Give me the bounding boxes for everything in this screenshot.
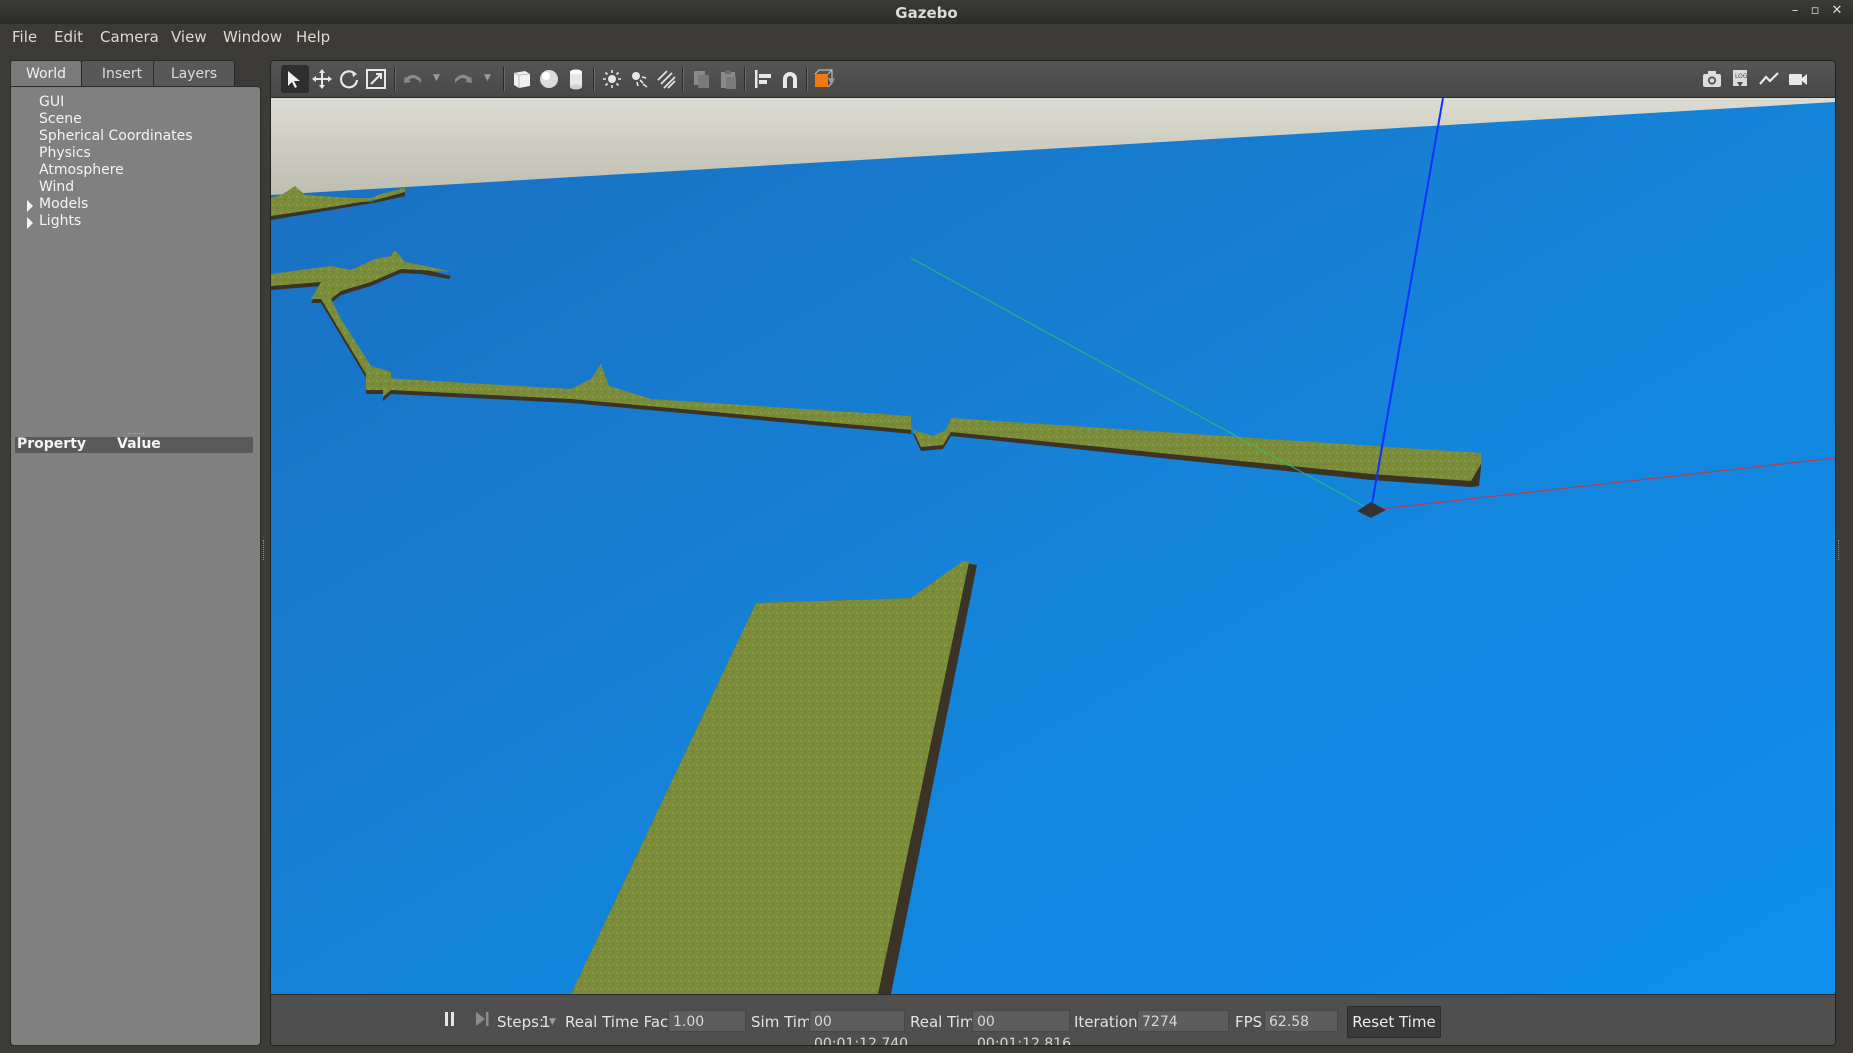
log-icon[interactable]: LOG xyxy=(1726,65,1754,93)
status-bar: Steps: 1 ▼ Real Time Factor: 1.00 Sim Ti… xyxy=(271,994,1835,1045)
property-table-header: Property Value xyxy=(15,436,253,453)
sphere-shape-icon[interactable] xyxy=(535,65,563,93)
pause-icon[interactable] xyxy=(443,1009,457,1029)
select-mode-icon[interactable] xyxy=(281,65,309,93)
menu-edit[interactable]: Edit xyxy=(54,28,83,46)
close-icon[interactable]: ✕ xyxy=(1830,3,1844,18)
expand-arrow-icon[interactable] xyxy=(27,200,33,212)
tab-world[interactable]: World xyxy=(10,60,82,88)
view-angle-dropdown-icon[interactable]: ▼ xyxy=(828,77,835,87)
tree-item-atmosphere[interactable]: Atmosphere xyxy=(39,162,124,178)
real-time-field: 00 00:01:12.816 xyxy=(972,1010,1071,1045)
tree-item-models[interactable]: Models xyxy=(39,196,88,212)
fps-field: 62.58 xyxy=(1264,1010,1338,1032)
scale-mode-icon[interactable] xyxy=(362,65,390,93)
water-surface xyxy=(271,98,1835,994)
tree-item-gui[interactable]: GUI xyxy=(39,94,64,110)
box-shape-icon[interactable] xyxy=(508,65,536,93)
toolbar: ▼ ▼ ▼ LOG xyxy=(271,61,1835,98)
sim-time-field: 00 00:01:12.740 xyxy=(809,1010,908,1045)
tree-item-spherical-coordinates[interactable]: Spherical Coordinates xyxy=(39,128,193,144)
cylinder-shape-icon[interactable] xyxy=(562,65,590,93)
plot-icon[interactable] xyxy=(1755,65,1783,93)
rotate-mode-icon[interactable] xyxy=(335,65,363,93)
toolbar-separator xyxy=(744,67,746,91)
translate-mode-icon[interactable] xyxy=(308,65,336,93)
toolbar-separator xyxy=(806,67,808,91)
spot-light-icon[interactable] xyxy=(625,65,653,93)
menu-window[interactable]: Window xyxy=(223,28,282,46)
toolbar-separator xyxy=(682,67,684,91)
menu-camera[interactable]: Camera xyxy=(100,28,159,46)
snap-icon[interactable] xyxy=(776,65,804,93)
minimize-icon[interactable]: – xyxy=(1788,3,1802,18)
value-column-header: Value xyxy=(117,436,161,452)
reset-time-button[interactable]: Reset Time xyxy=(1347,1006,1441,1038)
steps-dropdown-icon[interactable]: ▼ xyxy=(549,1017,556,1027)
world-panel: GUI Scene Spherical Coordinates Physics … xyxy=(10,86,261,1046)
copy-icon[interactable] xyxy=(687,65,715,93)
scene-render xyxy=(271,98,1835,994)
tab-insert[interactable]: Insert xyxy=(81,60,163,87)
toolbar-separator xyxy=(394,67,396,91)
window-titlebar: Gazebo – ▫ ✕ xyxy=(0,0,1853,25)
left-splitter-handle[interactable] xyxy=(263,540,266,560)
point-light-icon[interactable] xyxy=(598,65,626,93)
rtf-field: 1.00 xyxy=(668,1010,746,1032)
paste-icon[interactable] xyxy=(714,65,742,93)
redo-dropdown-icon[interactable]: ▼ xyxy=(484,73,491,83)
directional-light-icon[interactable] xyxy=(652,65,680,93)
tree-item-scene[interactable]: Scene xyxy=(39,111,82,127)
tree-item-physics[interactable]: Physics xyxy=(39,145,91,161)
toolbar-separator xyxy=(593,67,595,91)
step-icon[interactable] xyxy=(474,1009,490,1029)
svg-text:LOG: LOG xyxy=(1735,73,1748,80)
3d-viewport[interactable] xyxy=(271,98,1835,994)
menu-file[interactable]: File xyxy=(12,28,37,46)
steps-label: Steps: xyxy=(497,1013,545,1031)
menu-bar: File Edit Camera View Window Help xyxy=(0,24,1853,50)
align-icon[interactable] xyxy=(749,65,777,93)
record-video-icon[interactable] xyxy=(1784,65,1812,93)
redo-icon[interactable] xyxy=(449,65,477,93)
right-splitter-handle[interactable] xyxy=(1838,540,1841,560)
property-column-header: Property xyxy=(17,436,87,452)
tree-item-lights[interactable]: Lights xyxy=(39,213,81,229)
screenshot-icon[interactable] xyxy=(1698,65,1726,93)
iterations-field: 7274 xyxy=(1137,1010,1229,1032)
render-frame: ▼ ▼ ▼ LOG Steps: 1 ▼ Real Time Factor: 1… xyxy=(270,60,1836,1046)
menu-help[interactable]: Help xyxy=(296,28,330,46)
tab-layers[interactable]: Layers xyxy=(153,60,235,87)
maximize-icon[interactable]: ▫ xyxy=(1808,3,1822,18)
left-panel: World Insert Layers GUI Scene Spherical … xyxy=(10,60,261,1046)
menu-view[interactable]: View xyxy=(171,28,207,46)
undo-icon[interactable] xyxy=(399,65,427,93)
expand-arrow-icon[interactable] xyxy=(27,217,33,229)
undo-dropdown-icon[interactable]: ▼ xyxy=(433,73,440,83)
tree-item-wind[interactable]: Wind xyxy=(39,179,74,195)
toolbar-separator xyxy=(503,67,505,91)
window-title: Gazebo xyxy=(895,4,958,22)
fps-label: FPS: xyxy=(1235,1013,1268,1031)
